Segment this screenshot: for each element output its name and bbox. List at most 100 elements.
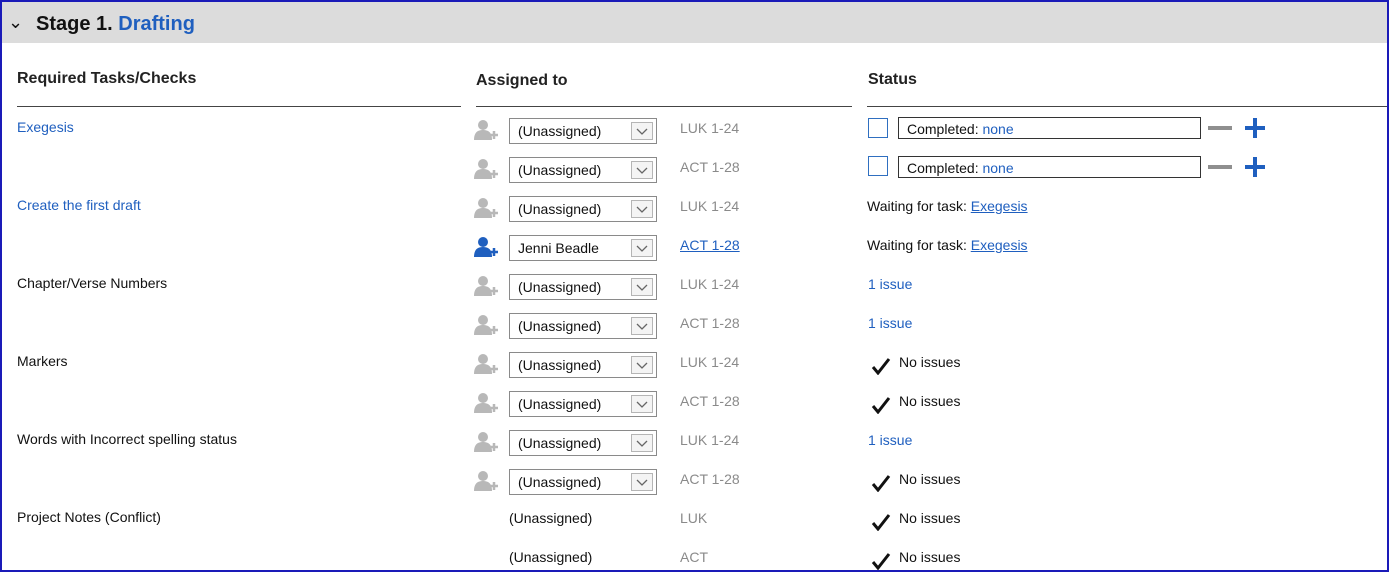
book-range: LUK 1-24 (680, 432, 740, 448)
assignee-select[interactable]: (Unassigned) (509, 352, 657, 378)
completed-field[interactable]: Completed: none (898, 117, 1201, 139)
stage-name: Drafting (118, 13, 195, 35)
add-user-icon[interactable] (474, 431, 500, 453)
assignee-value: (Unassigned) (518, 435, 602, 451)
assignee-text: (Unassigned) (509, 510, 593, 526)
assignee-select[interactable]: (Unassigned) (509, 274, 657, 300)
issue-count-link[interactable]: 1 issue (868, 315, 912, 331)
assignee-select[interactable]: (Unassigned) (509, 391, 657, 417)
add-user-icon[interactable] (474, 392, 500, 414)
assignee-value: (Unassigned) (518, 318, 602, 334)
no-issues-status: No issues (899, 471, 961, 487)
waiting-status: Waiting for task: Exegesis (867, 237, 1028, 253)
assignee-value: Jenni Beadle (518, 240, 599, 256)
no-issues-status: No issues (899, 510, 961, 526)
chevron-down-icon[interactable] (631, 200, 653, 218)
book-range: ACT 1-28 (680, 393, 740, 409)
checkmark-icon (871, 475, 891, 492)
assignee-value: (Unassigned) (518, 396, 602, 412)
chevron-down-icon[interactable] (631, 473, 653, 491)
book-range-link[interactable]: ACT 1-28 (680, 237, 740, 253)
assignee-value: (Unassigned) (518, 123, 602, 139)
assignee-select[interactable]: (Unassigned) (509, 118, 657, 144)
book-range: LUK 1-24 (680, 120, 740, 136)
assignee-select[interactable]: (Unassigned) (509, 469, 657, 495)
completed-value: none (982, 160, 1014, 176)
completed-label: Completed: (907, 160, 979, 176)
assignee-value: (Unassigned) (518, 279, 602, 295)
assignee-select[interactable]: (Unassigned) (509, 313, 657, 339)
column-divider-assigned (476, 106, 852, 107)
issue-count-link[interactable]: 1 issue (868, 276, 912, 292)
task-create-first-draft[interactable]: Create the first draft (17, 197, 141, 213)
no-issues-status: No issues (899, 393, 961, 409)
book-range: LUK (680, 510, 708, 526)
assignee-text: (Unassigned) (509, 549, 593, 565)
stage-header[interactable]: ⌄ Stage 1. Drafting (2, 2, 1387, 43)
remove-button[interactable] (1208, 165, 1232, 169)
column-divider-status (867, 106, 1387, 107)
add-user-icon[interactable] (474, 470, 500, 492)
completed-checkbox[interactable] (868, 156, 888, 176)
add-button[interactable] (1244, 156, 1266, 178)
column-header-tasks: Required Tasks/Checks (17, 70, 197, 87)
task-words-incorrect-spelling: Words with Incorrect spelling status (17, 431, 237, 447)
checkmark-icon (871, 358, 891, 375)
assignee-value: (Unassigned) (518, 162, 602, 178)
book-range: ACT 1-28 (680, 159, 740, 175)
task-exegesis[interactable]: Exegesis (17, 119, 74, 135)
assigned-user-icon[interactable] (474, 236, 500, 258)
chevron-down-icon[interactable]: ⌄ (8, 12, 23, 32)
issue-count-link[interactable]: 1 issue (868, 432, 912, 448)
assignee-select[interactable]: (Unassigned) (509, 196, 657, 222)
add-user-icon[interactable] (474, 119, 500, 141)
waiting-task-link[interactable]: Exegesis (971, 237, 1028, 253)
chevron-down-icon[interactable] (631, 356, 653, 374)
add-user-icon[interactable] (474, 158, 500, 180)
waiting-status: Waiting for task: Exegesis (867, 198, 1028, 214)
assignee-value: (Unassigned) (518, 357, 602, 373)
chevron-down-icon[interactable] (631, 161, 653, 179)
stage-title: Stage 1. Drafting (36, 12, 195, 36)
waiting-prefix: Waiting for task: (867, 237, 967, 253)
book-range: LUK 1-24 (680, 198, 740, 214)
checkmark-icon (871, 397, 891, 414)
task-markers: Markers (17, 353, 68, 369)
no-issues-status: No issues (899, 549, 961, 565)
assignee-value: (Unassigned) (518, 474, 602, 490)
waiting-task-link[interactable]: Exegesis (971, 198, 1028, 214)
completed-value: none (982, 121, 1014, 137)
column-header-status: Status (868, 71, 917, 88)
chevron-down-icon[interactable] (631, 122, 653, 140)
add-user-icon[interactable] (474, 314, 500, 336)
completed-field[interactable]: Completed: none (898, 156, 1201, 178)
assignee-select[interactable]: (Unassigned) (509, 430, 657, 456)
add-user-icon[interactable] (474, 197, 500, 219)
waiting-prefix: Waiting for task: (867, 198, 967, 214)
assignee-select[interactable]: (Unassigned) (509, 157, 657, 183)
assignee-value: (Unassigned) (518, 201, 602, 217)
assignee-select[interactable]: Jenni Beadle (509, 235, 657, 261)
checkmark-icon (871, 553, 891, 570)
add-user-icon[interactable] (474, 275, 500, 297)
add-user-icon[interactable] (474, 353, 500, 375)
completed-checkbox[interactable] (868, 118, 888, 138)
remove-button[interactable] (1208, 126, 1232, 130)
book-range: LUK 1-24 (680, 354, 740, 370)
task-project-notes: Project Notes (Conflict) (17, 509, 161, 525)
stage-label: Stage 1. (36, 13, 113, 35)
book-range: ACT (680, 549, 708, 565)
chevron-down-icon[interactable] (631, 317, 653, 335)
book-range: ACT 1-28 (680, 471, 740, 487)
no-issues-status: No issues (899, 354, 961, 370)
completed-label: Completed: (907, 121, 979, 137)
add-button[interactable] (1244, 117, 1266, 139)
stage-panel: ⌄ Stage 1. Drafting Required Tasks/Check… (0, 0, 1389, 572)
chevron-down-icon[interactable] (631, 434, 653, 452)
column-header-assigned: Assigned to (476, 72, 568, 89)
book-range: ACT 1-28 (680, 315, 740, 331)
chevron-down-icon[interactable] (631, 239, 653, 257)
column-divider-tasks (17, 106, 461, 107)
chevron-down-icon[interactable] (631, 395, 653, 413)
chevron-down-icon[interactable] (631, 278, 653, 296)
